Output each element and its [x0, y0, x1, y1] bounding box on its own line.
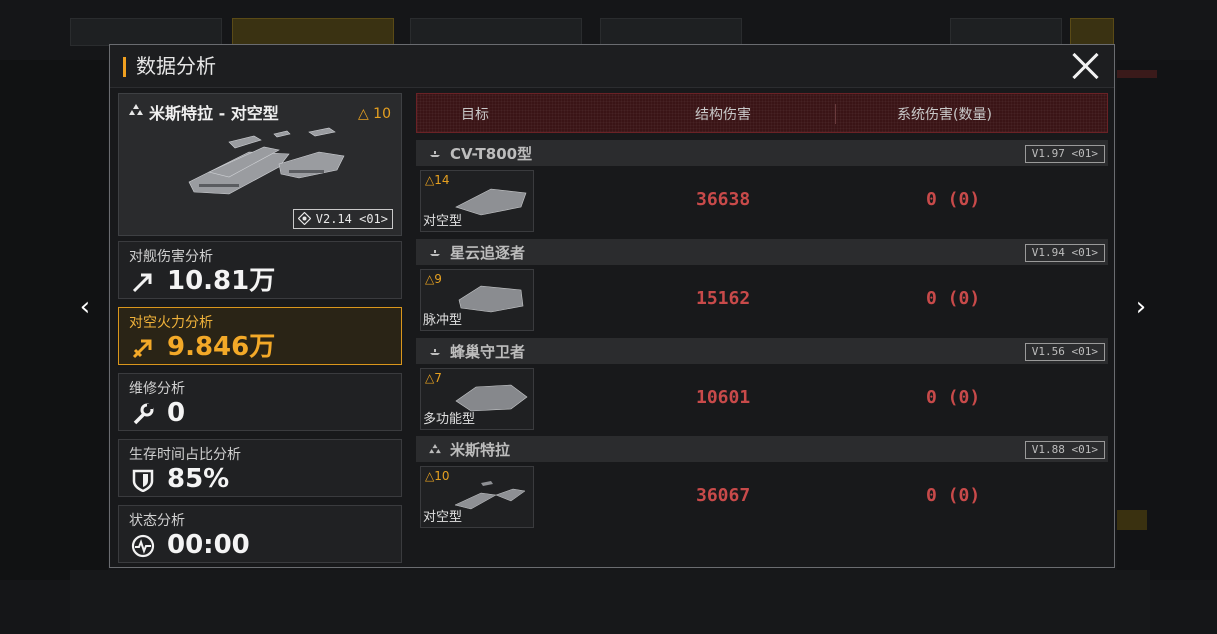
bg-tab	[1070, 18, 1114, 46]
stat-survival-time[interactable]: 生存时间占比分析 85%	[118, 439, 402, 497]
close-icon[interactable]	[1070, 51, 1100, 81]
carrier-class-icon	[430, 349, 440, 355]
carrier-class-icon	[430, 151, 440, 157]
target-group-version: V1.97 <01>	[1024, 145, 1105, 163]
shield-icon	[132, 469, 154, 492]
target-tier: △9	[425, 272, 442, 286]
title-accent-bar	[123, 57, 126, 77]
bg-strip	[1117, 510, 1147, 530]
target-type: 对空型	[423, 510, 463, 525]
target-thumbnail: △14 对空型	[420, 170, 534, 232]
target-tier: △14	[425, 173, 450, 187]
ship-version-badge: V2.14 <01>	[292, 209, 393, 229]
panel-title: 数据分析	[136, 54, 216, 78]
table-header: 目标 结构伤害 系统伤害(数量)	[416, 93, 1108, 133]
structure-damage-value: 36067	[696, 485, 751, 506]
target-group-header: 星云追逐者 V1.94 <01>	[416, 239, 1108, 265]
pulse-icon	[131, 534, 155, 558]
stat-value: 85%	[167, 464, 230, 494]
structure-damage-value: 10601	[696, 387, 751, 408]
target-group-version: V1.94 <01>	[1024, 244, 1105, 262]
system-damage-value: 0 (0)	[926, 189, 981, 210]
system-damage-value: 0 (0)	[926, 485, 981, 506]
stat-value: 0	[167, 398, 186, 428]
stat-status[interactable]: 状态分析 00:00	[118, 505, 402, 563]
table-row[interactable]: △10 对空型 36067 0 (0)	[416, 465, 1108, 529]
stat-label: 对空火力分析	[129, 315, 213, 331]
ship-version: V2.14 <01>	[315, 212, 388, 226]
wrench-icon	[133, 403, 154, 425]
stat-anti-ship[interactable]: 对舰伤害分析 10.81万	[118, 241, 402, 299]
target-ship-image	[458, 285, 524, 313]
bg-tab	[410, 18, 582, 46]
target-group-header: 米斯特拉 V1.88 <01>	[416, 436, 1108, 462]
target-group-name: CV-T800型	[450, 145, 533, 163]
table-row[interactable]: △7 多功能型 10601 0 (0)	[416, 367, 1108, 431]
ship-name: 米斯特拉 - 对空型	[149, 104, 279, 123]
target-thumbnail: △7 多功能型	[420, 368, 534, 430]
bg-tab	[600, 18, 742, 46]
structure-damage-value: 36638	[696, 189, 751, 210]
stat-value: 00:00	[167, 530, 250, 560]
target-type: 对空型	[423, 214, 463, 229]
target-group-name: 蜂巢守卫者	[450, 343, 526, 361]
target-ship-image	[454, 481, 526, 510]
target-group-name: 星云追逐者	[450, 244, 526, 262]
stat-label: 生存时间占比分析	[129, 447, 241, 463]
structure-damage-value: 15162	[696, 288, 751, 309]
ship-tier: △ 10	[357, 106, 391, 122]
ship-card: 米斯特拉 - 对空型 △ 10 V2.14 <01>	[118, 93, 402, 236]
stat-anti-air[interactable]: 对空火力分析 9.846万	[118, 307, 402, 365]
anti-ship-arrow-icon	[132, 273, 152, 293]
table-row[interactable]: △14 对空型 36638 0 (0)	[416, 169, 1108, 233]
bg-tab	[232, 18, 394, 46]
bg-tab	[950, 18, 1062, 46]
data-analysis-panel: 数据分析 米斯特拉 - 对空型 △ 10 V2.14 <01> 对舰伤害分析 1…	[109, 44, 1115, 568]
stat-label: 对舰伤害分析	[129, 249, 213, 265]
stat-value: 10.81万	[167, 266, 276, 296]
version-diamond-icon	[297, 212, 311, 225]
target-thumbnail: △9 脉冲型	[420, 269, 534, 331]
carrier-class-icon	[430, 250, 440, 256]
anti-air-arrow-icon	[132, 339, 152, 359]
frigate-class-icon	[429, 444, 441, 454]
ship-image	[188, 127, 345, 195]
stat-label: 维修分析	[129, 381, 185, 397]
bg-strip	[1117, 70, 1157, 78]
target-tier: △7	[425, 371, 442, 385]
target-ship-image	[455, 188, 527, 216]
bg-bottom-panel	[70, 570, 1150, 634]
column-header-system-damage: 系统伤害(数量)	[897, 107, 992, 123]
prev-arrow-button[interactable]: ‹	[70, 290, 100, 324]
stat-value: 9.846万	[167, 332, 276, 362]
target-type: 多功能型	[423, 412, 476, 427]
column-header-target: 目标	[461, 107, 489, 123]
stat-label: 状态分析	[129, 513, 185, 529]
target-thumbnail: △10 对空型	[420, 466, 534, 528]
system-damage-value: 0 (0)	[926, 387, 981, 408]
column-divider	[835, 104, 836, 124]
target-tier: △10	[425, 469, 450, 483]
next-arrow-button[interactable]: ›	[1126, 290, 1156, 324]
ship-class-icon	[129, 104, 143, 115]
system-damage-value: 0 (0)	[926, 288, 981, 309]
bg-tab	[70, 18, 222, 46]
target-group-version: V1.56 <01>	[1024, 343, 1105, 361]
stat-repair[interactable]: 维修分析 0	[118, 373, 402, 431]
target-group-header: 蜂巢守卫者 V1.56 <01>	[416, 338, 1108, 364]
target-group-name: 米斯特拉	[450, 441, 511, 459]
panel-header: 数据分析	[110, 45, 1114, 88]
column-header-structure-damage: 结构伤害	[695, 107, 751, 123]
target-type: 脉冲型	[423, 313, 463, 328]
table-row[interactable]: △9 脉冲型 15162 0 (0)	[416, 268, 1108, 332]
target-group-version: V1.88 <01>	[1024, 441, 1105, 459]
target-group-header: CV-T800型 V1.97 <01>	[416, 140, 1108, 166]
